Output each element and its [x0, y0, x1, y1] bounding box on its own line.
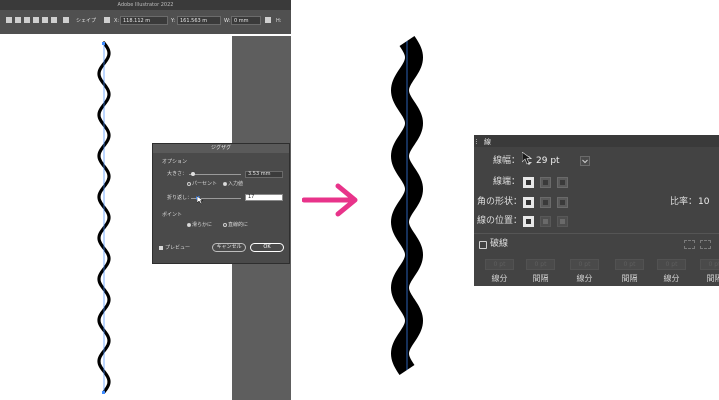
- preserve-dash-icon[interactable]: [684, 240, 695, 249]
- size-slider-track[interactable]: [189, 174, 241, 175]
- ridges-label: 折り返し：: [167, 195, 193, 201]
- weight-field[interactable]: 29 pt: [536, 155, 576, 167]
- absolute-label: 入力値: [228, 181, 244, 187]
- panel-divider: [474, 233, 719, 234]
- size-label: 大きさ：: [167, 171, 188, 177]
- dash-field-2[interactable]: 0 pt: [570, 259, 599, 270]
- cap-label: 線端：: [493, 177, 521, 187]
- gap-label-3: 間隔: [706, 274, 719, 283]
- align-inside-stroke-icon[interactable]: [540, 216, 551, 227]
- relative-label: パーセント: [192, 181, 218, 187]
- dialog-title[interactable]: ジグザグ: [153, 144, 289, 153]
- ok-button[interactable]: OK: [250, 243, 284, 252]
- gap-field-1[interactable]: 0 pt: [526, 259, 555, 270]
- chevron-down-icon: [582, 159, 588, 164]
- bevel-join-icon[interactable]: [557, 197, 568, 208]
- dash-label-1: 線分: [491, 274, 508, 283]
- points-heading: ポイント: [162, 212, 183, 218]
- align-outside-stroke-icon[interactable]: [557, 216, 568, 227]
- smooth-radio[interactable]: [187, 223, 191, 227]
- gap-label-2: 間隔: [621, 274, 638, 283]
- limit-field[interactable]: 10: [698, 196, 719, 208]
- butt-cap-icon[interactable]: [523, 177, 534, 188]
- weight-dropdown[interactable]: [580, 156, 590, 166]
- projecting-cap-icon[interactable]: [557, 177, 568, 188]
- stroke-panel: 線 線幅： 29 pt 線端： 角の形状： 比率： 10 線の位置： 破線 0 …: [474, 135, 719, 286]
- preview-checkbox[interactable]: [159, 246, 163, 250]
- corner-label: 角の形状：: [477, 197, 523, 207]
- round-cap-icon[interactable]: [540, 177, 551, 188]
- dashed-label: 破線: [490, 239, 509, 249]
- round-join-icon[interactable]: [540, 197, 551, 208]
- cancel-button[interactable]: キャンセル: [212, 243, 246, 252]
- align-dash-icon[interactable]: [700, 240, 711, 249]
- limit-label: 比率：: [670, 197, 698, 207]
- tab-stroke[interactable]: 線: [474, 135, 719, 147]
- size-field[interactable]: 3.53 mm: [245, 171, 283, 178]
- gap-label-1: 間隔: [532, 274, 549, 283]
- options-heading: オプション: [162, 159, 188, 165]
- dashed-checkbox[interactable]: [479, 241, 487, 249]
- ridges-field[interactable]: 17: [245, 194, 283, 201]
- anchor-top[interactable]: [102, 42, 105, 45]
- anchor-bottom[interactable]: [102, 391, 105, 394]
- preview-label: プレビュー: [165, 245, 191, 251]
- dash-field-1[interactable]: 0 pt: [485, 259, 514, 270]
- illustrator-window: Adobe Illustrator 2022 シェイプ X: 118.112 m…: [0, 0, 291, 400]
- miter-join-icon[interactable]: [523, 197, 534, 208]
- relative-radio[interactable]: [187, 182, 191, 186]
- result-arrow-icon: [302, 183, 358, 217]
- thick-zigzag-result: [390, 35, 424, 376]
- align-label: 線の位置：: [477, 216, 523, 226]
- corner-label: 直線的に: [228, 222, 249, 228]
- dash-label-3: 線分: [663, 274, 680, 283]
- corner-radio[interactable]: [223, 223, 227, 227]
- gap-field-2[interactable]: 0 pt: [615, 259, 644, 270]
- smooth-label: 滑らかに: [192, 222, 213, 228]
- weight-label: 線幅：: [493, 156, 521, 166]
- dash-field-3[interactable]: 0 pt: [657, 259, 686, 270]
- tab-stroke-label: 線: [484, 138, 491, 146]
- dash-label-2: 線分: [576, 274, 593, 283]
- pointer-cursor-icon: [197, 196, 204, 205]
- panel-tabbar: 線: [474, 135, 719, 147]
- absolute-radio[interactable]: [223, 182, 227, 186]
- size-slider-knob[interactable]: [191, 172, 195, 176]
- align-center-stroke-icon[interactable]: [523, 216, 534, 227]
- gap-field-3[interactable]: 0 pt: [700, 259, 719, 270]
- hand-cursor-icon: [522, 152, 532, 165]
- zigzag-dialog: ジグザグ オプション 大きさ： 3.53 mm パーセント 入力値 折り返し： …: [152, 143, 290, 264]
